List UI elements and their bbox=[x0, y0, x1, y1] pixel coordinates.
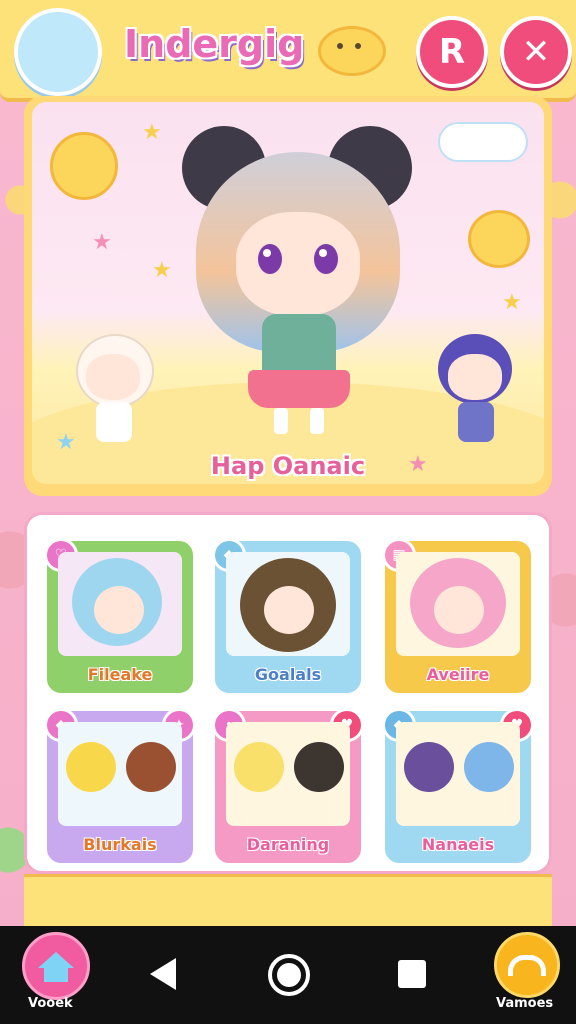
cat-face bbox=[86, 354, 140, 400]
recent-apps-icon[interactable] bbox=[398, 960, 426, 988]
voice-button[interactable] bbox=[494, 932, 560, 998]
featured-character-panel: ★ ★ ★ ★ ★ ★ Hap Oanaic bbox=[24, 96, 552, 496]
card-art bbox=[226, 552, 350, 656]
card-label: Fileake bbox=[87, 665, 153, 684]
voice-label: Vamoes bbox=[496, 996, 554, 1011]
star-icon: ★ bbox=[92, 230, 112, 255]
character-card[interactable]: ◆ ✦ Blurkais bbox=[44, 708, 196, 863]
featured-scene: ★ ★ ★ ★ ★ ★ bbox=[32, 102, 544, 484]
home-label: Vooek bbox=[28, 996, 73, 1011]
card-art bbox=[396, 722, 520, 826]
character-card[interactable]: • ♥ Daraning bbox=[212, 708, 364, 863]
back-icon[interactable] bbox=[150, 958, 176, 990]
headphones-icon bbox=[508, 954, 546, 976]
card-label: Blurkais bbox=[83, 835, 157, 854]
mascot-icon bbox=[318, 26, 386, 76]
bottom-decoration-strip bbox=[24, 874, 552, 929]
top-header: Indergig R ✕ bbox=[0, 0, 576, 157]
leg bbox=[310, 408, 324, 434]
home-button[interactable] bbox=[22, 932, 90, 1000]
chibi-hair bbox=[404, 742, 454, 792]
star-icon: ★ bbox=[142, 120, 162, 145]
house-icon bbox=[38, 952, 74, 982]
character-skirt bbox=[248, 370, 350, 408]
card-art bbox=[226, 722, 350, 826]
eye bbox=[258, 244, 282, 274]
restart-button[interactable]: R bbox=[416, 16, 488, 88]
candy-icon bbox=[50, 132, 118, 200]
card-label: Aveiire bbox=[426, 665, 490, 684]
main-character bbox=[182, 126, 412, 446]
character-card[interactable]: ▦ Aveiire bbox=[382, 538, 531, 693]
system-home-icon[interactable] bbox=[268, 954, 310, 996]
card-art bbox=[396, 552, 520, 656]
leg bbox=[274, 408, 288, 434]
app-title: Indergig bbox=[124, 22, 305, 66]
chibi-hair bbox=[234, 742, 284, 792]
character-card[interactable]: ◆ Goalals bbox=[212, 538, 361, 693]
companion-face bbox=[448, 354, 502, 400]
cat-body bbox=[96, 402, 132, 442]
close-button[interactable]: ✕ bbox=[500, 16, 572, 88]
featured-caption: Hap Oanaic bbox=[210, 452, 366, 480]
balloon-icon bbox=[468, 210, 530, 268]
chibi-face bbox=[94, 586, 144, 634]
chibi-hair bbox=[66, 742, 116, 792]
chibi-face bbox=[264, 586, 314, 634]
cat-companion bbox=[68, 334, 158, 454]
card-label: Goalals bbox=[254, 665, 322, 684]
chibi-hair bbox=[294, 742, 344, 792]
card-label: Nanaeis bbox=[421, 835, 495, 854]
card-art bbox=[58, 552, 182, 656]
character-face bbox=[236, 212, 360, 316]
chibi-hair bbox=[464, 742, 514, 792]
star-icon: ★ bbox=[152, 258, 172, 283]
chibi-hair bbox=[126, 742, 176, 792]
character-card[interactable]: ♡ Fileake bbox=[44, 538, 193, 693]
star-icon: ★ bbox=[502, 290, 522, 315]
cloud-icon bbox=[438, 122, 528, 162]
card-label: Daraning bbox=[246, 835, 330, 854]
character-card[interactable]: ◆ ♥ Nanaeis bbox=[382, 708, 534, 863]
eye bbox=[314, 244, 338, 274]
profile-avatar-button[interactable] bbox=[14, 8, 134, 157]
companion-body bbox=[458, 402, 494, 442]
purple-hair-companion bbox=[430, 334, 520, 454]
card-art bbox=[58, 722, 182, 826]
character-grid: ♡ Fileake ◆ Goalals ▦ Aveiire ◆ ✦ Blurka… bbox=[24, 512, 552, 874]
chibi-face bbox=[434, 586, 484, 634]
